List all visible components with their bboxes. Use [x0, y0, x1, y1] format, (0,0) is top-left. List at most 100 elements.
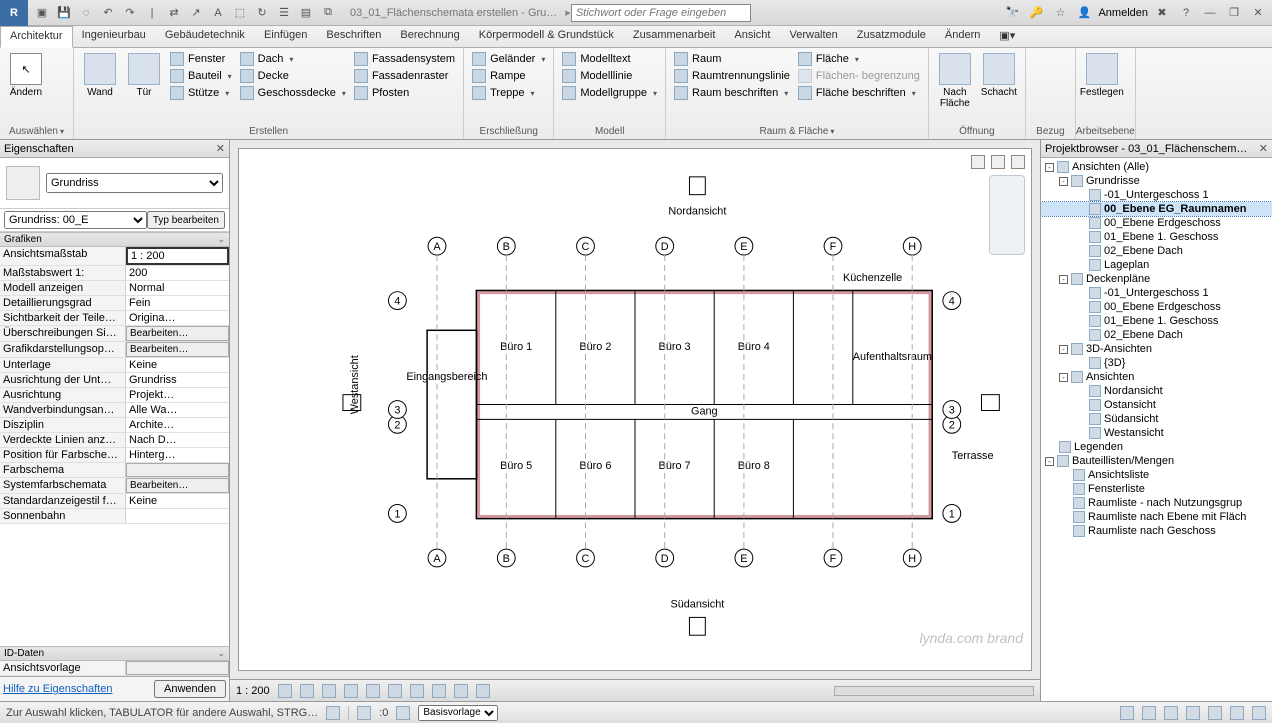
bauteil-button[interactable]: Bauteil — [168, 68, 234, 84]
property-value[interactable] — [126, 463, 229, 477]
tree-node[interactable]: Nordansicht — [1041, 384, 1272, 398]
sb-icon[interactable] — [1120, 706, 1134, 720]
vb-icon[interactable] — [388, 684, 402, 698]
tree-node[interactable]: 01_Ebene 1. Geschoss — [1041, 230, 1272, 244]
type-selector[interactable]: Grundriss — [46, 173, 223, 193]
window-icon[interactable]: ⧉ — [318, 3, 338, 23]
group-auswaehlen[interactable]: Auswählen — [0, 125, 73, 139]
tab-zusatzmodule[interactable]: Zusatzmodule — [848, 26, 936, 47]
browser-close-icon[interactable]: ✕ — [1259, 142, 1268, 155]
tree-node[interactable]: 01_Ebene 1. Geschoss — [1041, 314, 1272, 328]
festlegen-button[interactable]: Festlegen — [1080, 51, 1124, 100]
property-row[interactable]: Sonnenbahn — [0, 509, 229, 524]
modelltext-button[interactable]: Modelltext — [560, 51, 659, 67]
property-value[interactable]: Bearbeiten… — [126, 478, 229, 493]
tab-gebaeudetechnik[interactable]: Gebäudetechnik — [156, 26, 255, 47]
view-scale[interactable]: 1 : 200 — [236, 685, 270, 697]
section-icon[interactable]: ↻ — [252, 3, 272, 23]
tab-ingenieurbau[interactable]: Ingenieurbau — [73, 26, 156, 47]
open-icon[interactable]: ▣ — [32, 3, 52, 23]
tab-aendern[interactable]: Ändern — [936, 26, 990, 47]
raumtrennung-button[interactable]: Raumtrennungslinie — [672, 68, 792, 84]
help-icon[interactable]: ? — [1176, 3, 1196, 23]
modify-button[interactable]: ↖Ändern — [4, 51, 48, 100]
tree-node[interactable]: Westansicht — [1041, 426, 1272, 440]
property-value[interactable]: 200 — [126, 266, 229, 280]
align-icon[interactable]: ↗ — [186, 3, 206, 23]
restore-icon[interactable]: ❐ — [1224, 3, 1244, 23]
group-iddaten[interactable]: ID-Daten — [0, 646, 229, 661]
binoculars-icon[interactable]: 🔭 — [1002, 3, 1022, 23]
treppe-button[interactable]: Treppe — [470, 85, 547, 101]
view-close-icon[interactable] — [1011, 155, 1025, 169]
property-value[interactable]: Keine — [126, 358, 229, 372]
tab-ansicht[interactable]: Ansicht — [725, 26, 780, 47]
fassadenraster-button[interactable]: Fassadenraster — [352, 68, 457, 84]
tab-einfuegen[interactable]: Einfügen — [255, 26, 317, 47]
property-row[interactable]: Modell anzeigenNormal — [0, 281, 229, 296]
property-value[interactable]: Keine — [126, 494, 229, 508]
tree-node[interactable]: Legenden — [1041, 440, 1272, 454]
minimize-icon[interactable]: — — [1200, 3, 1220, 23]
tab-architektur[interactable]: Architektur — [0, 26, 73, 48]
vb-icon[interactable] — [432, 684, 446, 698]
tree-node[interactable]: -Deckenpläne — [1041, 272, 1272, 286]
tree-node[interactable]: 02_Ebene Dach — [1041, 328, 1272, 342]
undo-icon[interactable]: ↶ — [98, 3, 118, 23]
property-row[interactable]: AusrichtungProjekt… — [0, 388, 229, 403]
user-icon[interactable]: 👤 — [1074, 3, 1094, 23]
redo-icon[interactable]: ↷ — [120, 3, 140, 23]
tab-expand-icon[interactable]: ▣▾ — [990, 26, 1025, 47]
sb-icon[interactable] — [1230, 706, 1244, 720]
group-grafiken[interactable]: Grafiken — [0, 232, 229, 247]
tree-node[interactable]: Fensterliste — [1041, 482, 1272, 496]
exchange-icon[interactable]: ✖ — [1152, 3, 1172, 23]
raum-beschriften-button[interactable]: Raum beschriften — [672, 85, 792, 101]
property-row[interactable]: Grafikdarstellungsop…Bearbeiten… — [0, 342, 229, 358]
property-row[interactable]: Position für Farbsche…Hinterg… — [0, 448, 229, 463]
property-value[interactable]: Grundriss — [126, 373, 229, 387]
wand-button[interactable]: Wand — [78, 51, 122, 100]
sync-icon[interactable]: ◌ — [76, 3, 96, 23]
property-row[interactable]: DetaillierungsgradFein — [0, 296, 229, 311]
view-max-icon[interactable] — [991, 155, 1005, 169]
property-row[interactable]: Ansichtsvorlage — [0, 661, 229, 676]
property-row[interactable]: Ausrichtung der Unt…Grundriss — [0, 373, 229, 388]
sb-icon[interactable] — [1186, 706, 1200, 720]
tree-node[interactable]: 02_Ebene Dach — [1041, 244, 1272, 258]
tab-beschriften[interactable]: Beschriften — [317, 26, 391, 47]
property-value[interactable]: Alle Wa… — [126, 403, 229, 417]
view-min-icon[interactable] — [971, 155, 985, 169]
property-value[interactable]: Origina… — [126, 311, 229, 325]
tree-node[interactable]: Ansichtsliste — [1041, 468, 1272, 482]
sb-icon[interactable] — [1208, 706, 1222, 720]
favorite-icon[interactable]: ☆ — [1050, 3, 1070, 23]
tree-node[interactable]: -01_Untergeschoss 1 — [1041, 286, 1272, 300]
tree-node[interactable]: {3D} — [1041, 356, 1272, 370]
close-hidden-icon[interactable]: ▤ — [296, 3, 316, 23]
key-icon[interactable]: 🔑 — [1026, 3, 1046, 23]
property-row[interactable]: Maßstabswert 1:200 — [0, 266, 229, 281]
print-icon[interactable]: | — [142, 3, 162, 23]
fenster-button[interactable]: Fenster — [168, 51, 234, 67]
property-row[interactable]: Wandverbindungsan…Alle Wa… — [0, 403, 229, 418]
tuer-button[interactable]: Tür — [122, 51, 166, 100]
property-row[interactable]: DisziplinArchite… — [0, 418, 229, 433]
tab-verwalten[interactable]: Verwalten — [780, 26, 847, 47]
vb-icon[interactable] — [300, 684, 314, 698]
tree-node[interactable]: -3D-Ansichten — [1041, 342, 1272, 356]
switch-icon[interactable]: ☰ — [274, 3, 294, 23]
modelllinie-button[interactable]: Modelllinie — [560, 68, 659, 84]
tree-node[interactable]: Raumliste - nach Nutzungsgrup — [1041, 496, 1272, 510]
property-value[interactable] — [126, 661, 229, 675]
tree-node[interactable]: Lageplan — [1041, 258, 1272, 272]
tree-node[interactable]: 00_Ebene Erdgeschoss — [1041, 300, 1272, 314]
tree-node[interactable]: -Ansichten — [1041, 370, 1272, 384]
geschossdecke-button[interactable]: Geschossdecke — [238, 85, 348, 101]
schacht-button[interactable]: Schacht — [977, 51, 1021, 100]
measure-icon[interactable]: ⇄ — [164, 3, 184, 23]
tab-zusammenarbeit[interactable]: Zusammenarbeit — [624, 26, 726, 47]
vb-icon[interactable] — [366, 684, 380, 698]
tree-node[interactable]: 00_Ebene EG_Raumnamen — [1041, 202, 1272, 216]
sb-icon[interactable] — [1164, 706, 1178, 720]
